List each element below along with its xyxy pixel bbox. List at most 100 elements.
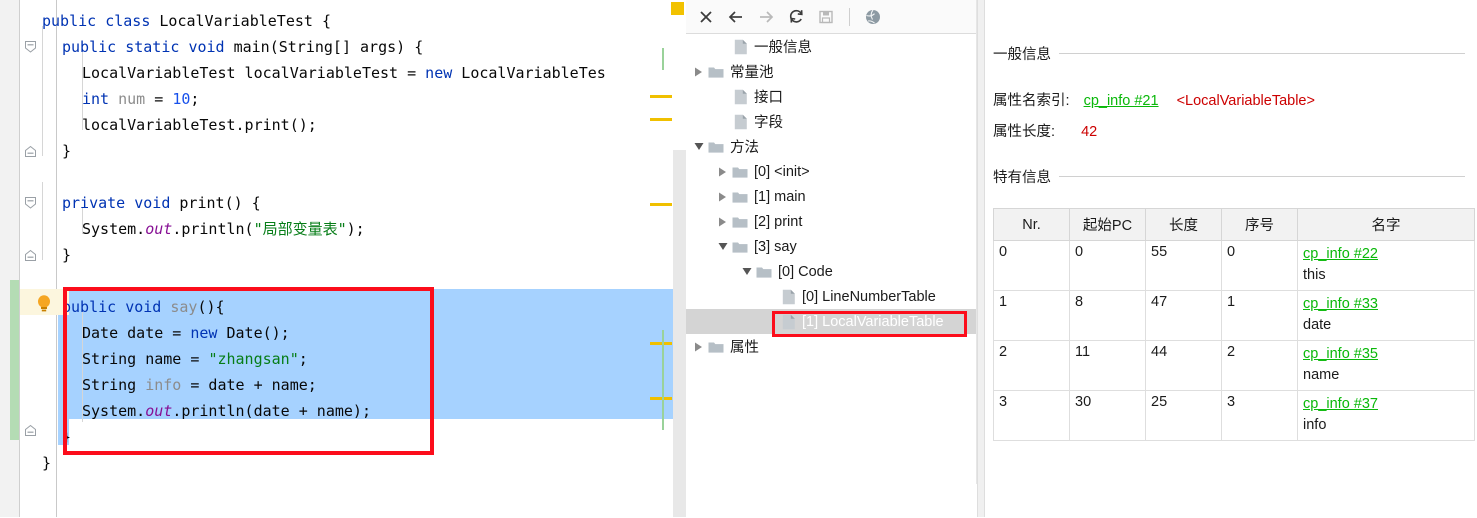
tree-item[interactable]: [0] <init> xyxy=(686,159,977,184)
warning-marker[interactable] xyxy=(650,95,672,98)
code-line[interactable]: int num = 10; xyxy=(82,86,199,112)
code-line[interactable]: private void print() { xyxy=(62,190,261,216)
inspection-status-marker[interactable] xyxy=(671,2,684,15)
tree-item-label: [1] main xyxy=(754,188,806,205)
code-token: = xyxy=(145,90,173,108)
table-cell-name[interactable]: cp_info #22 this xyxy=(1297,240,1475,291)
warning-marker[interactable] xyxy=(650,203,672,206)
folder-icon xyxy=(732,239,748,255)
table-cell-length: 44 xyxy=(1145,340,1222,391)
table-row[interactable]: 1 8 47 1 cp_info #33 date xyxy=(993,290,1475,341)
tree-item[interactable]: 接口 xyxy=(686,84,977,109)
tree-item[interactable]: [1] main xyxy=(686,184,977,209)
editor-scrollbar-thumb[interactable] xyxy=(673,150,686,517)
chevron-down-icon[interactable] xyxy=(716,240,729,253)
code-token: public xyxy=(62,38,117,56)
code-token: print xyxy=(179,194,225,212)
code-line[interactable]: } xyxy=(42,450,51,476)
tree-item[interactable]: 字段 xyxy=(686,109,977,134)
tree-item[interactable]: 属性 xyxy=(686,334,977,359)
chevron-right-icon[interactable] xyxy=(692,340,705,353)
table-column-header[interactable]: 序号 xyxy=(1221,208,1298,241)
table-column-header[interactable]: Nr. xyxy=(993,208,1070,241)
section-divider xyxy=(1059,53,1465,54)
table-row[interactable]: 3 30 25 3 cp_info #37 info xyxy=(993,390,1475,441)
table-cell-name[interactable]: cp_info #37 info xyxy=(1297,390,1475,441)
cp-info-link[interactable]: cp_info #22 xyxy=(1303,244,1468,265)
code-line[interactable]: public class LocalVariableTest { xyxy=(42,8,331,34)
code-token: LocalVariableTest { xyxy=(150,12,331,30)
code-token: .println( xyxy=(172,220,254,238)
code-token: void xyxy=(134,194,171,212)
specific-info-title: 特有信息 xyxy=(993,170,1051,186)
code-editor-pane[interactable]: public class LocalVariableTest {public s… xyxy=(0,0,686,517)
code-line[interactable]: public static void main(String[] args) { xyxy=(62,34,423,60)
folder-icon xyxy=(732,189,748,205)
tree-item[interactable]: [0] Code xyxy=(686,259,977,284)
vcs-scroll-marker xyxy=(662,330,664,430)
chevron-right-icon[interactable] xyxy=(716,165,729,178)
cp-info-link[interactable]: cp_info #37 xyxy=(1303,394,1468,415)
table-row[interactable]: 0 0 55 0 cp_info #22 this xyxy=(993,240,1475,291)
tree-item[interactable]: [0] LineNumberTable xyxy=(686,284,977,309)
local-variable-table[interactable]: Nr. 起始PC 长度 序号 名字 0 0 55 0 cp_info #22 this 1 8 47 1 c… xyxy=(993,208,1475,441)
attr-name-index-link[interactable]: cp_info #21 xyxy=(1084,93,1159,109)
table-body[interactable]: 0 0 55 0 cp_info #22 this 1 8 47 1 cp_info #33 date… xyxy=(993,240,1475,441)
tree-item-label: [0] <init> xyxy=(754,163,810,180)
forward-arrow-icon xyxy=(752,4,780,30)
chevron-down-icon[interactable] xyxy=(740,265,753,278)
code-line[interactable]: LocalVariableTest localVariableTest = ne… xyxy=(82,60,606,86)
warning-marker[interactable] xyxy=(650,118,672,121)
chevron-down-icon[interactable] xyxy=(692,140,705,153)
table-cell-name[interactable]: cp_info #33 date xyxy=(1297,290,1475,341)
cp-info-link[interactable]: cp_info #33 xyxy=(1303,294,1468,315)
chevron-right-icon[interactable] xyxy=(716,190,729,203)
table-column-header[interactable]: 起始PC xyxy=(1069,208,1146,241)
tree-item[interactable]: 常量池 xyxy=(686,59,977,84)
code-line[interactable]: localVariableTest.print(); xyxy=(82,112,317,138)
tree-item[interactable]: [2] print xyxy=(686,209,977,234)
specific-info-section-header: 特有信息 xyxy=(993,166,1465,187)
panel-splitter[interactable] xyxy=(977,0,985,517)
folder-icon xyxy=(756,264,772,280)
globe-icon[interactable] xyxy=(859,4,887,30)
code-annotation-box xyxy=(63,287,434,455)
tree-item-label: [1] LocalVariableTable xyxy=(802,313,944,330)
code-token: (String[] args) { xyxy=(269,38,424,56)
tree-item-selected[interactable]: [1] LocalVariableTable xyxy=(686,309,977,334)
close-icon[interactable] xyxy=(692,4,720,30)
table-cell-name[interactable]: cp_info #35 name xyxy=(1297,340,1475,391)
tree-item-label: 一般信息 xyxy=(754,40,812,56)
editor-scrollbar[interactable] xyxy=(673,0,686,517)
warning-marker[interactable] xyxy=(650,342,672,345)
attr-length-label: 属性长度: xyxy=(993,124,1056,140)
folder-icon xyxy=(732,214,748,230)
table-cell-start-pc: 8 xyxy=(1069,290,1146,341)
refresh-icon[interactable] xyxy=(782,4,810,30)
warning-marker[interactable] xyxy=(650,397,672,400)
table-header-row: Nr. 起始PC 长度 序号 名字 xyxy=(993,208,1475,241)
code-line[interactable]: } xyxy=(62,242,71,268)
code-token: () { xyxy=(224,194,261,212)
table-column-header[interactable]: 名字 xyxy=(1297,208,1475,241)
code-line[interactable]: } xyxy=(62,138,71,164)
code-token: LocalVariableTes xyxy=(452,64,606,82)
table-row[interactable]: 2 11 44 2 cp_info #35 name xyxy=(993,340,1475,391)
table-column-header[interactable]: 长度 xyxy=(1145,208,1222,241)
code-token: static xyxy=(125,38,180,56)
code-token: out xyxy=(145,220,173,238)
code-token: System. xyxy=(82,220,146,238)
code-line[interactable]: System.out.println("局部变量表"); xyxy=(82,216,365,242)
structure-tree[interactable]: 一般信息常量池 接口字段方法 [0] <init> [1] main [2] print… xyxy=(686,34,977,518)
tree-item[interactable]: 方法 xyxy=(686,134,977,159)
cp-info-link[interactable]: cp_info #35 xyxy=(1303,344,1468,365)
chevron-right-icon[interactable] xyxy=(692,65,705,78)
tree-item-label: 字段 xyxy=(754,115,783,131)
chevron-right-icon[interactable] xyxy=(716,215,729,228)
attr-length-value: 42 xyxy=(1081,124,1098,140)
tree-item[interactable]: [3] say xyxy=(686,234,977,259)
general-info-title: 一般信息 xyxy=(993,47,1051,63)
back-arrow-icon[interactable] xyxy=(722,4,750,30)
tree-item[interactable]: 一般信息 xyxy=(686,34,977,59)
